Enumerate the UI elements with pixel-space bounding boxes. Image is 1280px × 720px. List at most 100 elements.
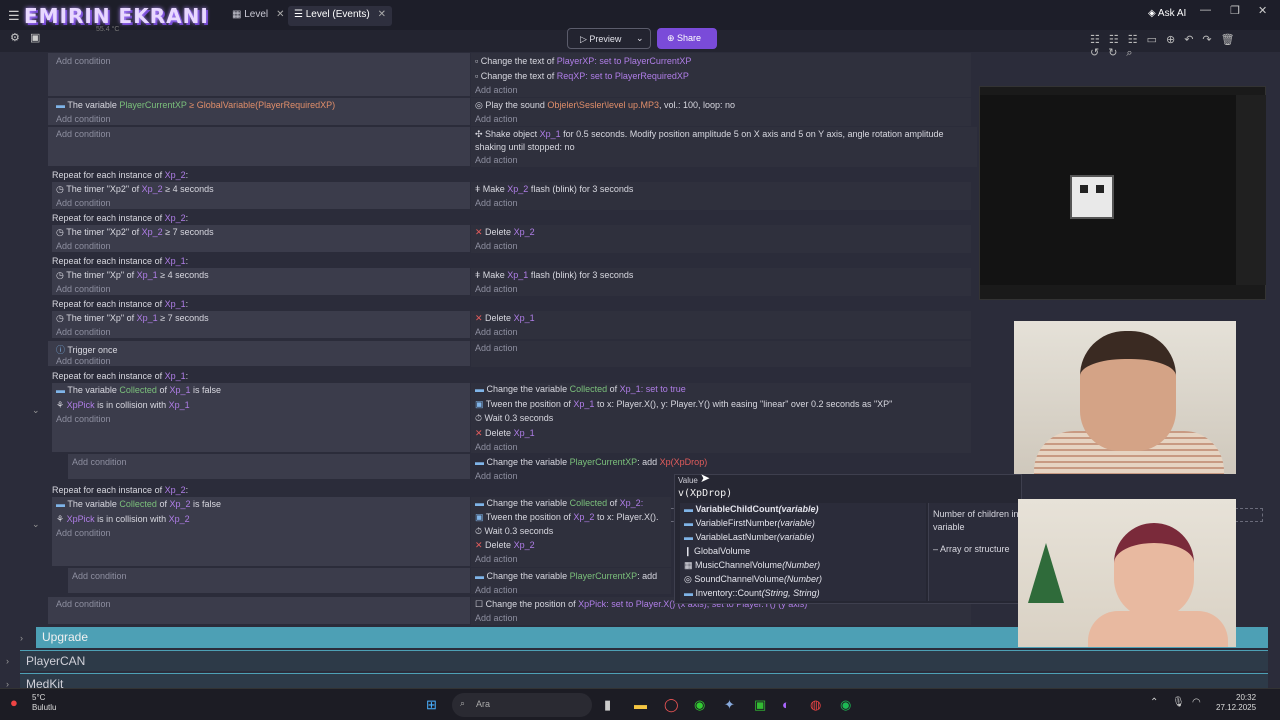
windows-start-icon[interactable]: ⊞ [426,697,437,713]
ask-ai-button[interactable]: ◈ Ask AI [1148,8,1186,19]
spotify-icon[interactable]: ◉ [840,697,851,713]
add-condition-link[interactable]: Add condition [56,198,111,208]
wifi-icon[interactable]: ◠ [1192,697,1201,708]
condition-block[interactable]: Add condition [48,597,470,625]
action-block[interactable]: ǂ Make Xp_1 flash (blink) for 3 seconds … [471,268,971,296]
condition-block[interactable]: ◷ The timer "Xp2" of Xp_2 ≥ 4 seconds Ad… [52,182,470,210]
sub-condition-block[interactable]: Add condition [68,568,470,594]
expand-chevron-icon[interactable]: › [6,656,9,666]
add-condition-link[interactable]: Add condition [56,241,111,251]
add-condition-link[interactable]: Add condition [56,599,111,609]
chrome-icon[interactable]: ◍ [810,697,821,713]
action-block[interactable]: ✕ Delete Xp_1 Add action [471,311,971,339]
action-block[interactable]: ✣ Shake object Xp_1 for 0.5 seconds. Mod… [471,127,977,167]
condition-block[interactable]: Add condition [48,53,470,97]
add-action-link[interactable]: Add action [475,284,518,294]
android-icon[interactable]: ▣ [754,697,766,713]
collapse-chevron-icon[interactable]: ⌄ [32,519,40,530]
add-action-link[interactable]: Add action [475,613,518,623]
taskbar-search[interactable]: ⌕ Ara [452,693,592,717]
add-condition-link[interactable]: Add condition [56,129,111,139]
close-icon[interactable]: ✕ [276,9,284,20]
action-block[interactable]: ▬ Change the variable PlayerCurrentXP: a… [471,568,671,595]
add-action-link[interactable]: Add action [475,198,518,208]
repeat-header[interactable]: Repeat for each instance of Xp_2: [52,170,188,180]
action-block[interactable]: ǂ Make Xp_2 flash (blink) for 3 seconds … [471,182,971,210]
action-block[interactable]: ▬ Change the variable Collected of Xp_1:… [471,383,971,453]
notification-badge-icon[interactable]: ● [10,695,18,710]
repeat-header[interactable]: Repeat for each instance of Xp_1: [52,371,188,381]
autocomplete-item[interactable]: ▬ VariableFirstNumber(variable) [684,518,815,528]
add-action-link[interactable]: Add action [475,327,518,337]
add-condition-link[interactable]: Add condition [56,414,111,424]
add-condition-link[interactable]: Add condition [56,284,111,294]
group-playercan[interactable]: PlayerCAN [20,650,1268,671]
condition-block[interactable]: ▬ The variable Collected of Xp_1 is fals… [52,383,470,453]
gdevelop-icon[interactable]: ◐ [782,697,790,712]
condition-block[interactable]: Add condition [48,127,470,167]
action-block[interactable]: ▬ Change the variable Collected of Xp_2:… [471,497,671,567]
tab-level[interactable]: ▦ Level ✕ [226,6,291,26]
add-action-link[interactable]: Add action [475,343,518,353]
add-action-link[interactable]: Add action [475,155,518,165]
project-icon[interactable]: ⚙ [10,31,20,44]
chevron-down-icon[interactable]: ⌄ [636,33,644,44]
file-explorer-icon[interactable]: ▬ [634,697,647,712]
add-condition-link[interactable]: Add condition [56,114,111,124]
add-condition-link[interactable]: Add condition [56,327,111,337]
add-condition-link[interactable]: Add condition [56,528,111,538]
action-block[interactable]: ◎ Play the sound Objeler\Sesler\level up… [471,98,971,126]
repeat-header[interactable]: Repeat for each instance of Xp_2: [52,485,188,495]
expand-chevron-icon[interactable]: › [20,633,23,643]
close-icon[interactable]: ✕ [378,9,386,20]
share-button[interactable]: ⊕ Share [657,28,717,49]
action-block[interactable]: ✕ Delete Xp_2 Add action [471,225,971,253]
hamburger-menu-icon[interactable]: ☰ [8,8,20,24]
condition-block[interactable]: ▬ The variable PlayerCurrentXP ≥ GlobalV… [48,98,470,126]
add-action-link[interactable]: Add action [475,442,518,452]
repeat-header[interactable]: Repeat for each instance of Xp_1: [52,256,188,266]
sub-condition-block[interactable]: Add condition [68,454,470,480]
add-condition-link[interactable]: Add condition [56,56,111,66]
add-action-link[interactable]: Add action [475,241,518,251]
autocomplete-item[interactable]: ▦ MusicChannelVolume(Number) [684,560,820,571]
weather-widget[interactable]: 5°C Bulutlu [32,693,56,713]
add-action-link[interactable]: Add action [475,114,518,124]
opera-icon[interactable]: ◯ [664,697,679,713]
maximize-icon[interactable]: ❐ [1230,4,1240,17]
add-condition-link[interactable]: Add condition [72,571,127,581]
condition-block[interactable]: ◷ The timer "Xp2" of Xp_2 ≥ 7 seconds Ad… [52,225,470,253]
expression-input[interactable]: v(XpDrop) [678,488,732,499]
add-action-link[interactable]: Add action [475,585,518,595]
autocomplete-item[interactable]: ◎ SoundChannelVolume(Number) [684,574,822,585]
condition-block[interactable]: ⓘ Trigger once Add condition [48,341,470,367]
add-condition-link[interactable]: Add condition [72,457,127,467]
add-action-link[interactable]: Add action [475,85,518,95]
repeat-header[interactable]: Repeat for each instance of Xp_1: [52,299,188,309]
task-view-icon[interactable]: ▮ [604,697,611,713]
minimize-icon[interactable]: — [1200,4,1211,16]
condition-block[interactable]: ◷ The timer "Xp" of Xp_1 ≥ 7 seconds Add… [52,311,470,339]
action-block[interactable]: Add action [471,341,971,367]
autocomplete-item[interactable]: ▬ VariableLastNumber(variable) [684,532,814,542]
repeat-header[interactable]: Repeat for each instance of Xp_2: [52,213,188,223]
save-icon[interactable]: ▣ [30,31,40,44]
chevron-up-icon[interactable]: ⌃ [1150,697,1158,708]
condition-block[interactable]: ◷ The timer "Xp" of Xp_1 ≥ 4 seconds Add… [52,268,470,296]
add-condition-link[interactable]: Add condition [56,356,111,366]
preview-button[interactable]: ▷ Preview ⌄ [567,28,651,49]
autocomplete-item[interactable]: ▬ Inventory::Count(String, String) [684,588,820,598]
action-block[interactable]: ▫ Change the text of PlayerXP: set to Pl… [471,53,971,97]
clock[interactable]: 20:32 27.12.2025 [1216,693,1256,713]
autocomplete-item[interactable]: ▬ VariableChildCount(variable) [684,504,819,514]
autocomplete-item[interactable]: ❙ GlobalVolume [684,546,750,557]
add-action-link[interactable]: Add action [475,471,518,481]
add-action-link[interactable]: Add action [475,554,518,564]
condition-block[interactable]: ▬ The variable Collected of Xp_2 is fals… [52,497,470,567]
tab-level-events[interactable]: ☰ Level (Events) ✕ [288,6,393,26]
whatsapp-icon[interactable]: ◉ [694,697,705,713]
close-window-icon[interactable]: ✕ [1258,4,1267,17]
collapse-chevron-icon[interactable]: ⌄ [32,405,40,416]
microphone-icon[interactable]: 🎙 [1172,697,1185,708]
app-icon[interactable]: ✦ [724,697,735,713]
